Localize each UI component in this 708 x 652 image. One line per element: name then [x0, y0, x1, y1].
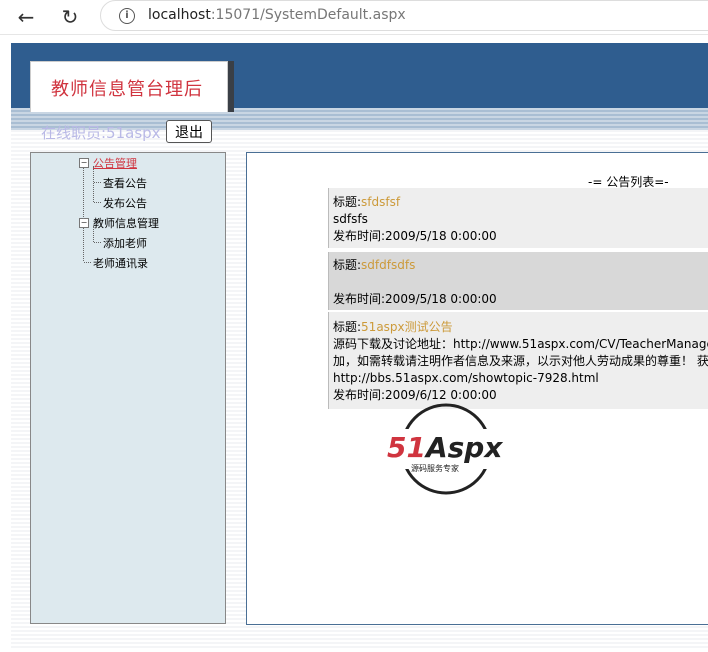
info-icon[interactable]: i — [119, 8, 135, 24]
url-host: localhost — [148, 7, 211, 23]
title-tab: 教师信息管台理后 — [30, 61, 228, 112]
collapse-toggle-icon[interactable]: − — [79, 158, 89, 168]
back-arrow-icon[interactable]: ← — [14, 5, 38, 29]
notice-body: http://bbs.51aspx.com/showtopic-7928.htm… — [333, 371, 599, 385]
notice-date: 2009/6/12 0:00:00 — [385, 388, 497, 402]
notice-item: 标题:sfdsfsf sdfsfs 发布时间:2009/5/18 0:00:00 — [328, 188, 708, 248]
notice-subject[interactable]: 51aspx测试公告 — [361, 320, 453, 334]
online-user-label: 在线职员:51aspx — [41, 124, 161, 142]
sidebar-item-teacher-info[interactable]: 教师信息管理 — [93, 215, 159, 231]
sidebar-item-publish-notice[interactable]: 发布公告 — [103, 195, 147, 211]
url-text: localhost:15071/SystemDefault.aspx — [148, 7, 406, 23]
tree-connector — [94, 182, 101, 183]
tree-connector — [94, 202, 101, 203]
watermark-logo: 51Aspx 源码服务专家 — [387, 403, 517, 495]
logout-button[interactable]: 退出 — [166, 120, 212, 143]
sidebar-item-add-teacher[interactable]: 添加老师 — [103, 235, 147, 251]
notice-date: 2009/5/18 0:00:00 — [385, 292, 497, 306]
notice-subject[interactable]: sfdsfsf — [361, 195, 400, 209]
url-rest: :15071/SystemDefault.aspx — [210, 7, 406, 23]
date-label: 发布时间: — [333, 229, 386, 243]
subject-label: 标题: — [333, 195, 362, 209]
reload-icon[interactable]: ↻ — [58, 5, 82, 29]
subject-label: 标题: — [333, 320, 362, 334]
sidebar-item-view-notices[interactable]: 查看公告 — [103, 175, 147, 191]
notice-subject[interactable]: sdfdfsdfs — [361, 258, 415, 272]
tree-connector — [83, 165, 84, 261]
sidebar-item-notice-management[interactable]: 公告管理 — [93, 155, 137, 171]
date-label: 发布时间: — [333, 388, 386, 402]
address-bar[interactable]: i localhost:15071/SystemDefault.aspx — [100, 0, 708, 31]
tree-connector — [84, 262, 91, 263]
sidebar: − 公告管理 查看公告 发布公告 − 教师信息管理 添加老师 老师通讯录 — [30, 152, 226, 624]
date-label: 发布时间: — [333, 292, 386, 306]
main-panel: -= 公告列表=- 标题:sfdsfsf sdfsfs 发布时间:2009/5/… — [246, 152, 708, 625]
notice-date: 2009/5/18 0:00:00 — [385, 229, 497, 243]
browser-toolbar: ← ↻ i localhost:15071/SystemDefault.aspx — [0, 0, 708, 35]
logo-tagline: 源码服务专家 — [411, 463, 459, 473]
collapse-toggle-icon[interactable]: − — [79, 218, 89, 228]
logo-text: 51Aspx — [387, 431, 503, 464]
notice-body: 加，如需转载请注明作者信息及来源，以示对他人劳动成果的尊重！ 获 — [333, 354, 708, 368]
notice-item: 标题:sdfdfsdfs 发布时间:2009/5/18 0:00:00 — [328, 252, 708, 310]
sidebar-item-teacher-directory[interactable]: 老师通讯录 — [93, 255, 148, 271]
notice-body: 源码下载及讨论地址：http://www.51aspx.com/CV/Teach… — [333, 337, 708, 351]
subject-label: 标题: — [333, 258, 362, 272]
notice-item: 标题:51aspx测试公告 源码下载及讨论地址：http://www.51asp… — [328, 312, 708, 409]
site-title: 教师信息管台理后 — [51, 79, 203, 100]
tree-connector — [93, 166, 94, 202]
tree-connector — [94, 242, 101, 243]
notice-body: sdfsfs — [333, 212, 368, 226]
